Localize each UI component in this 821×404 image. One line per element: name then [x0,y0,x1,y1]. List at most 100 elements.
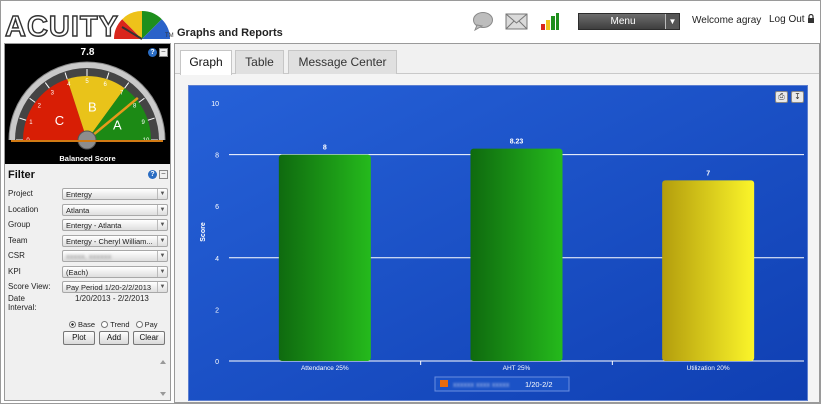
chat-bubble-icon[interactable] [472,11,494,34]
filter-select-value: Entergy - Atlanta [66,221,122,230]
chevron-down-icon: ▼ [157,251,167,261]
filter-title: Filter [8,169,35,181]
logo-trademark: TM [165,33,174,39]
header: ACUITY TM Graphs and Reports Menu ▼ Welc… [1,1,820,44]
menu-label: Menu [610,16,636,27]
x-tick-label: Attendance 25% [301,365,349,372]
clear-button[interactable]: Clear [133,331,165,345]
filter-row: Project Entergy ▼ [8,188,168,202]
gauge-zone-label: A [113,118,122,133]
filter-label: Team [8,235,28,245]
main-panel: Graph Table Message Center 0 2 4 6 8 10 Score 8… [174,43,820,403]
filter-label: Location [8,204,39,214]
radio-trend[interactable]: Trend [101,320,130,329]
plot-button[interactable]: Plot [63,331,95,345]
filter-select-value: Entergy [66,190,92,199]
minimize-icon[interactable]: – [159,170,168,179]
filter-select-value: Pay Period 1/20-2/2/2013 [66,283,152,292]
minimize-icon[interactable]: – [159,48,168,57]
filter-row: Score View: Pay Period 1/20-2/2/2013 ▼ [8,281,168,295]
filter-label: Project [8,189,33,198]
tab-message-center[interactable]: Message Center [288,50,397,74]
filter-label: KPI [8,266,21,276]
logout-link[interactable]: Log Out [769,13,815,25]
bar-1 [470,148,563,361]
legend-name: xxxxxx xxxx xxxxx [453,382,510,389]
filter-select[interactable]: Atlanta ▼ [62,203,168,216]
add-button[interactable]: Add [99,331,129,345]
filter-select[interactable]: Entergy ▼ [62,188,168,200]
filter-select-value: Atlanta [66,205,90,215]
filter-select[interactable]: (Each) ▼ [62,265,168,278]
filter-label: CSR [8,251,25,260]
menu-dropdown[interactable]: Menu ▼ [578,13,680,30]
print-icon[interactable]: ⎙ [775,91,788,103]
tab-graph[interactable]: Graph [180,50,232,75]
envelope-icon[interactable] [505,13,528,33]
filter-row: Location Atlanta ▼ [8,203,168,218]
y-tick-label: 10 [211,101,219,108]
help-icon[interactable]: ? [148,48,157,57]
filter-select-value: xxxxx, xxxxxx [66,252,112,261]
help-icon[interactable]: ? [148,170,157,179]
x-tick-label: AHT 25% [503,365,531,372]
bar-2 [662,180,755,361]
page-title: Graphs and Reports [177,27,283,39]
filter-select[interactable]: Pay Period 1/20-2/2/2013 ▼ [62,281,168,293]
filter-row: Team Entergy - Cheryl William... ▼ [8,234,168,249]
filter-label: Group [8,220,31,229]
filter-select[interactable]: xxxxx, xxxxxx ▼ [62,250,168,262]
filter-header: Filter ? – [5,166,170,182]
legend-label: 1/20-2/2 [525,380,553,389]
x-tick-label: Utilization 20% [687,365,730,372]
download-icon[interactable]: ↧ [791,91,804,103]
data-label: 8 [323,145,327,152]
bar-chart-icon[interactable] [540,12,560,34]
bar-0 [278,154,371,361]
chevron-down-icon: ▼ [157,235,167,246]
chevron-down-icon: ▼ [157,189,167,199]
scroll-arrows[interactable] [158,356,168,400]
date-interval-value: 1/20/2013 - 2/2/2013 [75,294,149,303]
y-axis-label: Score [200,222,207,242]
chevron-down-icon: ▼ [157,220,167,230]
welcome-text: Welcome agray [692,15,762,26]
filter-select[interactable]: Entergy - Atlanta ▼ [62,219,168,231]
acuity-logo: ACUITY TM [4,5,175,43]
y-tick-label: 6 [215,204,219,211]
logout-label: Log Out [769,14,805,25]
radio-base[interactable]: Base [69,320,95,329]
legend-swatch [440,380,448,387]
tab-bar: Graph Table Message Center [175,44,819,75]
chevron-down-icon: ▼ [157,266,167,277]
y-tick-label: 4 [215,256,219,263]
filter-select-value: Entergy - Cheryl William... [66,236,153,246]
chevron-down-icon: ▼ [665,14,679,29]
filter-select[interactable]: Entergy - Cheryl William... ▼ [62,234,168,247]
data-label: 8.23 [510,139,524,146]
left-panel: 7.8 012345678910CBA Balanced Score ? – F… [4,43,171,401]
gauge-label: Balanced Score [59,154,116,163]
lock-icon [808,13,815,23]
gauge-zone-label: C [55,113,64,128]
y-tick-label: 8 [215,153,219,160]
gauge-zone-label: B [88,99,97,114]
graph-chart: 0 2 4 6 8 10 Score 8 Attendance 25% 8.23 AHT 25% 7 U… [188,85,808,401]
filter-row: Group Entergy - Atlanta ▼ [8,219,168,233]
logo-text: ACUITY [4,10,119,43]
view-mode-radios: Base Trend Pay [69,320,162,329]
filter-row: CSR xxxxx, xxxxxx ▼ [8,250,168,264]
y-tick-label: 2 [215,307,219,314]
app-window: ACUITY TM Graphs and Reports Menu ▼ Welc… [0,0,821,404]
tab-table[interactable]: Table [235,50,284,74]
date-interval-label: Date Interval: [8,294,37,312]
filter-select-value: (Each) [66,267,89,277]
chevron-down-icon: ▼ [157,282,167,292]
data-label: 7 [706,170,710,177]
filter-row: KPI (Each) ▼ [8,265,168,280]
y-tick-label: 0 [215,359,219,366]
radio-pay[interactable]: Pay [135,320,158,329]
filter-label: Score View: [8,282,51,291]
chevron-down-icon: ▼ [157,204,167,215]
balanced-score-gauge: 7.8 012345678910CBA Balanced Score ? – [5,44,170,164]
